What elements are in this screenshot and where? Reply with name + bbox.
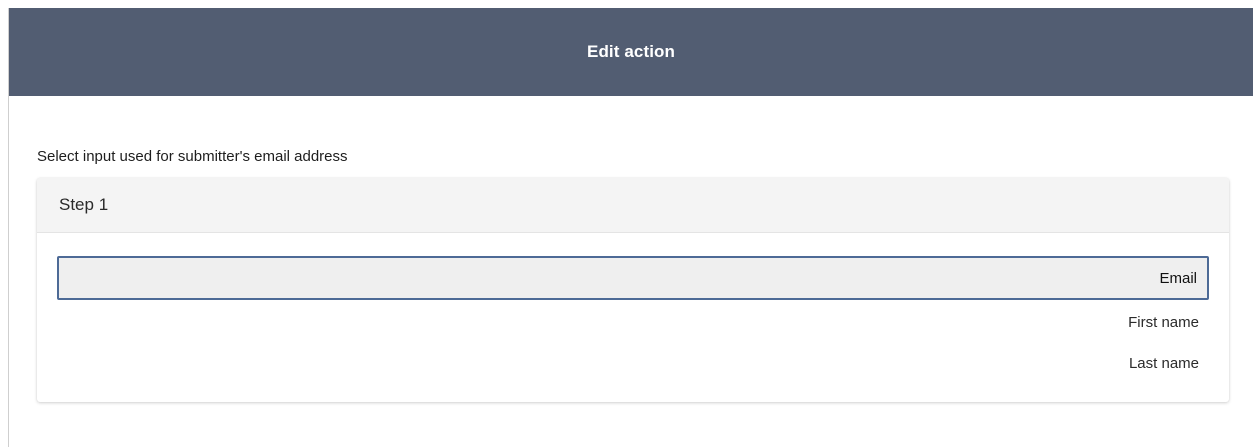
option-label: Last name	[1128, 354, 1199, 372]
step-card: Step 1 Email First name Last name	[37, 178, 1229, 402]
option-last-name[interactable]: Last name	[57, 344, 1209, 382]
edit-action-modal: Edit action Select input used for submit…	[8, 8, 1253, 447]
option-first-name[interactable]: First name	[57, 303, 1209, 341]
modal-title: Edit action	[587, 42, 675, 61]
step-title: Step 1	[59, 195, 109, 214]
option-label: Email	[1159, 269, 1197, 287]
modal-header: Edit action	[9, 8, 1253, 96]
step-header: Step 1	[37, 178, 1229, 233]
option-email[interactable]: Email	[57, 256, 1209, 300]
input-options-list: Email First name Last name	[37, 233, 1229, 382]
input-select-prompt: Select input used for submitter's email …	[37, 148, 348, 165]
option-label: First name	[1128, 313, 1199, 331]
